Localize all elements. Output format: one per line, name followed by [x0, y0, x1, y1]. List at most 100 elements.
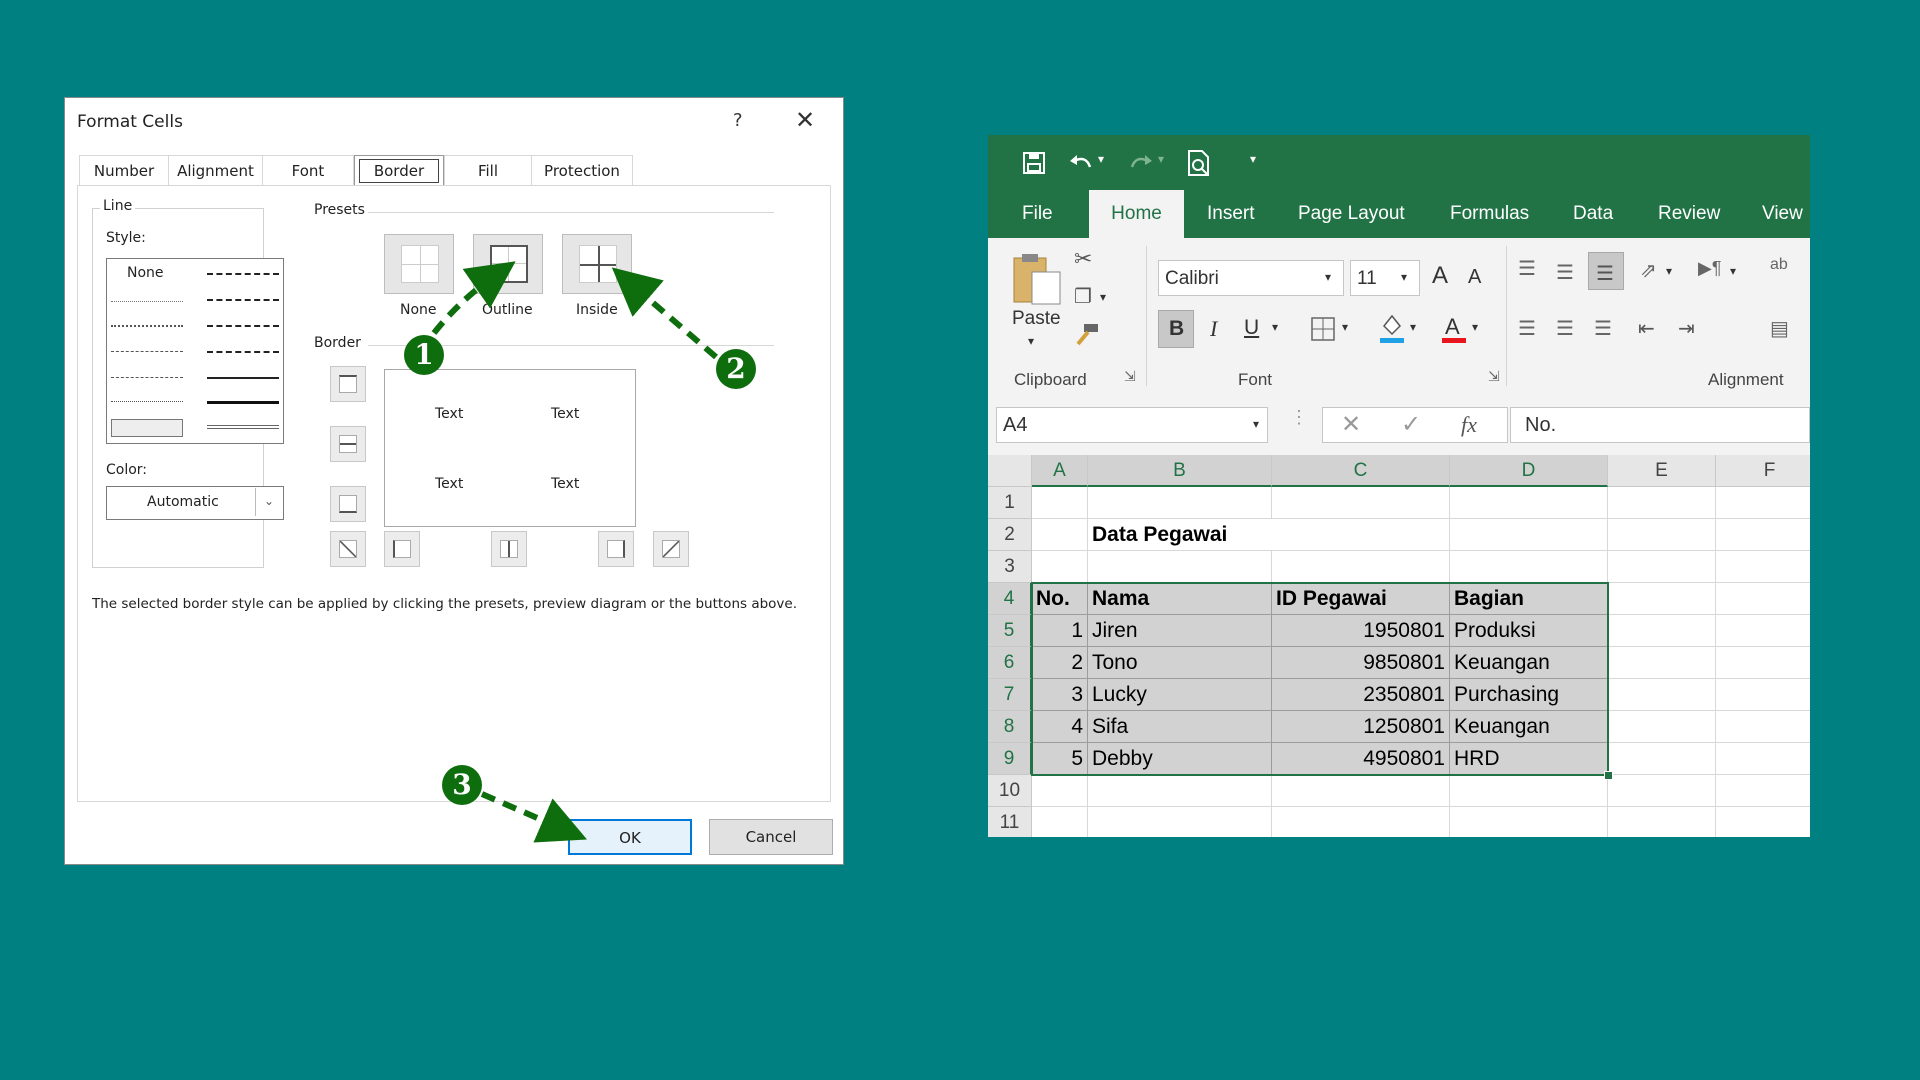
column-header-c[interactable]: C [1272, 455, 1450, 487]
tab-formulas[interactable]: Formulas [1450, 190, 1529, 238]
empty-cell[interactable] [1716, 679, 1810, 711]
cell-c6[interactable]: 9850801 [1272, 647, 1450, 679]
undo-icon[interactable] [1068, 151, 1094, 175]
empty-cell[interactable] [1272, 807, 1450, 837]
customize-qat-icon[interactable]: ▾ [1250, 152, 1256, 166]
empty-cell[interactable] [1032, 775, 1088, 807]
shrink-font-button[interactable]: A [1468, 266, 1481, 289]
copy-icon[interactable]: ❐ [1074, 284, 1092, 309]
empty-cell[interactable] [1716, 807, 1810, 837]
align-right-icon[interactable]: ☰ [1594, 316, 1612, 341]
empty-cell[interactable] [1032, 487, 1088, 519]
print-preview-icon[interactable] [1186, 149, 1212, 177]
wrap-text-icon[interactable]: ab [1770, 256, 1788, 274]
borders-dropdown-icon[interactable]: ▾ [1342, 320, 1348, 334]
font-name-box[interactable]: Calibri ▾ [1158, 260, 1344, 296]
empty-cell[interactable] [1608, 615, 1716, 647]
empty-cell[interactable] [1716, 647, 1810, 679]
decrease-indent-icon[interactable]: ⇤ [1638, 316, 1655, 341]
cell-a4[interactable]: No. [1032, 583, 1088, 615]
empty-cell[interactable] [1608, 711, 1716, 743]
cell-a5[interactable]: 1 [1032, 615, 1088, 647]
font-launcher-icon[interactable]: ⇲ [1488, 368, 1500, 385]
cell-a7[interactable]: 3 [1032, 679, 1088, 711]
align-left-icon[interactable]: ☰ [1518, 316, 1536, 341]
row-header-8[interactable]: 8 [988, 711, 1032, 743]
italic-button[interactable]: I [1210, 316, 1217, 342]
cell-b2[interactable]: Data Pegawai [1088, 519, 1272, 551]
empty-cell[interactable] [1088, 807, 1272, 837]
bottom-align-button[interactable]: ☰ [1588, 252, 1624, 290]
name-box-dropdown-icon[interactable]: ▾ [1253, 417, 1259, 431]
empty-cell[interactable] [1272, 519, 1450, 551]
row-header-11[interactable]: 11 [988, 807, 1032, 837]
empty-cell[interactable] [1716, 711, 1810, 743]
formula-input[interactable]: No. [1510, 407, 1810, 443]
font-color-dropdown-icon[interactable]: ▾ [1472, 320, 1478, 334]
tab-view[interactable]: View [1762, 190, 1803, 238]
cell-d9[interactable]: HRD [1450, 743, 1608, 775]
grow-font-button[interactable]: A [1432, 262, 1448, 290]
empty-cell[interactable] [1608, 551, 1716, 583]
font-color-icon[interactable]: A [1440, 312, 1468, 344]
cell-c8[interactable]: 1250801 [1272, 711, 1450, 743]
cell-b8[interactable]: Sifa [1088, 711, 1272, 743]
paste-dropdown-icon[interactable]: ▾ [1028, 334, 1034, 348]
save-icon[interactable] [1022, 151, 1046, 175]
undo-dropdown-icon[interactable]: ▾ [1098, 152, 1104, 166]
redo-dropdown-icon[interactable]: ▾ [1158, 152, 1164, 166]
increase-indent-icon[interactable]: ⇥ [1678, 316, 1695, 341]
tab-home[interactable]: Home [1089, 190, 1184, 238]
column-header-f[interactable]: F [1716, 455, 1810, 487]
row-header-10[interactable]: 10 [988, 775, 1032, 807]
underline-dropdown-icon[interactable]: ▾ [1272, 320, 1278, 334]
cell-c5[interactable]: 1950801 [1272, 615, 1450, 647]
empty-cell[interactable] [1608, 775, 1716, 807]
tab-file[interactable]: File [1022, 190, 1053, 238]
select-all-corner[interactable] [988, 455, 1032, 487]
orientation-dropdown-icon[interactable]: ▾ [1666, 264, 1672, 278]
row-header-9[interactable]: 9 [988, 743, 1032, 775]
empty-cell[interactable] [1716, 551, 1810, 583]
empty-cell[interactable] [1716, 583, 1810, 615]
font-name-dropdown-icon[interactable]: ▾ [1325, 270, 1331, 284]
empty-cell[interactable] [1032, 519, 1088, 551]
row-header-3[interactable]: 3 [988, 551, 1032, 583]
cell-c9[interactable]: 4950801 [1272, 743, 1450, 775]
cell-c4[interactable]: ID Pegawai [1272, 583, 1450, 615]
empty-cell[interactable] [1608, 807, 1716, 837]
cell-d6[interactable]: Keuangan [1450, 647, 1608, 679]
cell-b5[interactable]: Jiren [1088, 615, 1272, 647]
empty-cell[interactable] [1272, 775, 1450, 807]
cancel-entry-icon[interactable]: ✕ [1341, 410, 1361, 439]
empty-cell[interactable] [1608, 679, 1716, 711]
cut-icon[interactable]: ✂ [1074, 246, 1092, 272]
empty-cell[interactable] [1608, 647, 1716, 679]
paste-button[interactable]: Paste [1012, 308, 1061, 330]
format-painter-icon[interactable] [1074, 322, 1100, 346]
column-header-e[interactable]: E [1608, 455, 1716, 487]
empty-cell[interactable] [1272, 551, 1450, 583]
empty-cell[interactable] [1716, 519, 1810, 551]
empty-cell[interactable] [1608, 519, 1716, 551]
cell-d4[interactable]: Bagian [1450, 583, 1608, 615]
tab-review[interactable]: Review [1658, 190, 1720, 238]
cell-b6[interactable]: Tono [1088, 647, 1272, 679]
cell-b4[interactable]: Nama [1088, 583, 1272, 615]
empty-cell[interactable] [1450, 775, 1608, 807]
fill-handle[interactable] [1604, 771, 1613, 780]
worksheet-grid[interactable]: A B C D E F 1 2 3 4 5 6 7 8 9 10 11 Data… [988, 455, 1810, 837]
empty-cell[interactable] [1450, 807, 1608, 837]
empty-cell[interactable] [1716, 487, 1810, 519]
column-header-b[interactable]: B [1088, 455, 1272, 487]
empty-cell[interactable] [1088, 487, 1272, 519]
copy-dropdown-icon[interactable]: ▾ [1100, 290, 1106, 304]
insert-function-button[interactable]: fx [1461, 412, 1477, 438]
underline-button[interactable]: U [1244, 316, 1259, 340]
tab-page-layout[interactable]: Page Layout [1298, 190, 1405, 238]
cell-d5[interactable]: Produksi [1450, 615, 1608, 647]
empty-cell[interactable] [1716, 775, 1810, 807]
empty-cell[interactable] [1088, 775, 1272, 807]
tab-data[interactable]: Data [1573, 190, 1613, 238]
empty-cell[interactable] [1608, 743, 1716, 775]
